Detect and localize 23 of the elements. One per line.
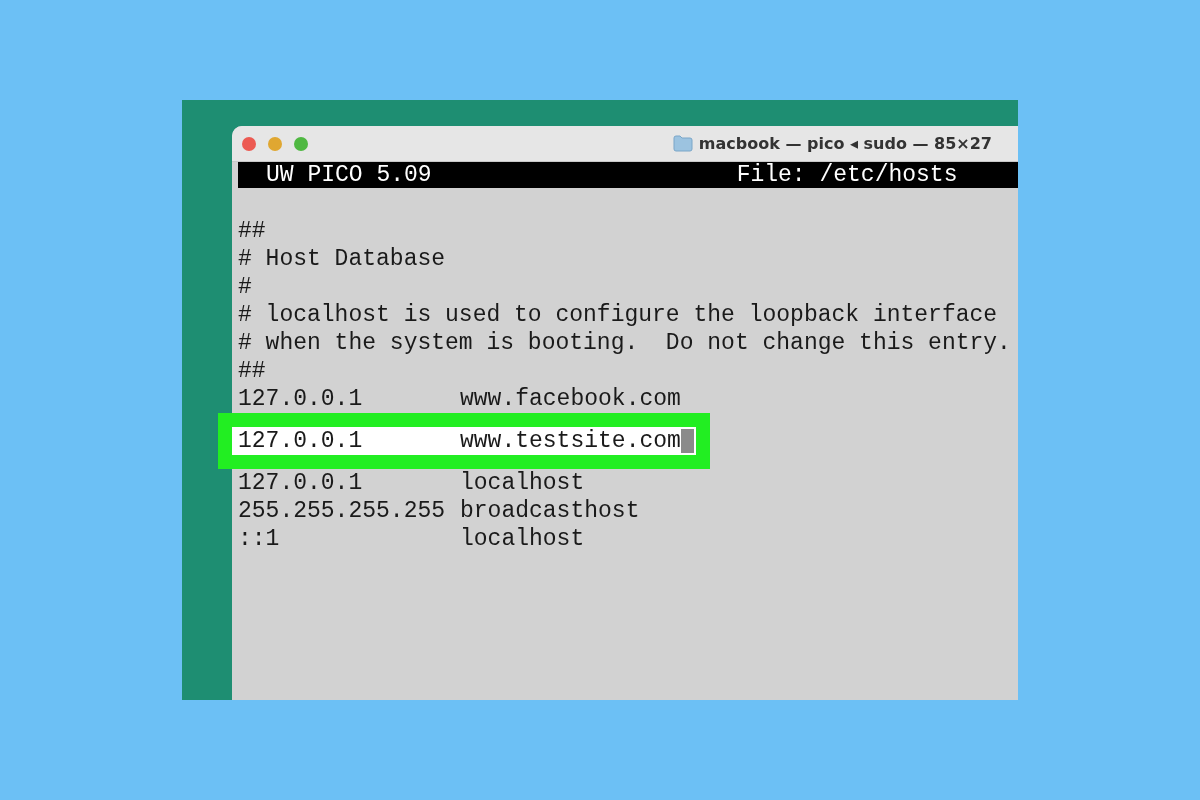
host-address: 127.0.0.1 — [238, 469, 364, 497]
file-name: File: /etc/hosts — [736, 162, 958, 188]
host-name: www.testsite.com — [460, 427, 681, 455]
folder-icon — [672, 135, 693, 152]
host-name: broadcasthost — [460, 497, 640, 525]
host-name: www.facebook.com — [460, 385, 681, 413]
host-name: localhost — [460, 525, 585, 553]
host-name: localhost — [460, 469, 585, 497]
comment-line: # localhost is used to configure the loopback interface — [237, 301, 998, 329]
host-address: 127.0.0.1 — [238, 427, 364, 455]
host-address: 127.0.0.1 — [238, 385, 364, 413]
comment-line: # Host Database — [237, 245, 446, 273]
minimize-button[interactable] — [268, 136, 282, 151]
app-version: UW PICO 5.09 — [266, 162, 432, 188]
window-title: macbook — pico ◂ sudo — 85×27 — [698, 134, 992, 153]
comment-line: ## — [237, 217, 266, 245]
comment-line: ## — [237, 357, 266, 385]
comment-line: # — [237, 273, 252, 301]
host-address: 255.255.255.255 — [238, 497, 447, 525]
host-address: ::1 — [238, 525, 281, 553]
comment-line: # when the system is booting. Do not change this entry. — [237, 329, 1011, 357]
close-button[interactable] — [242, 136, 256, 151]
zoom-button[interactable] — [294, 136, 308, 151]
